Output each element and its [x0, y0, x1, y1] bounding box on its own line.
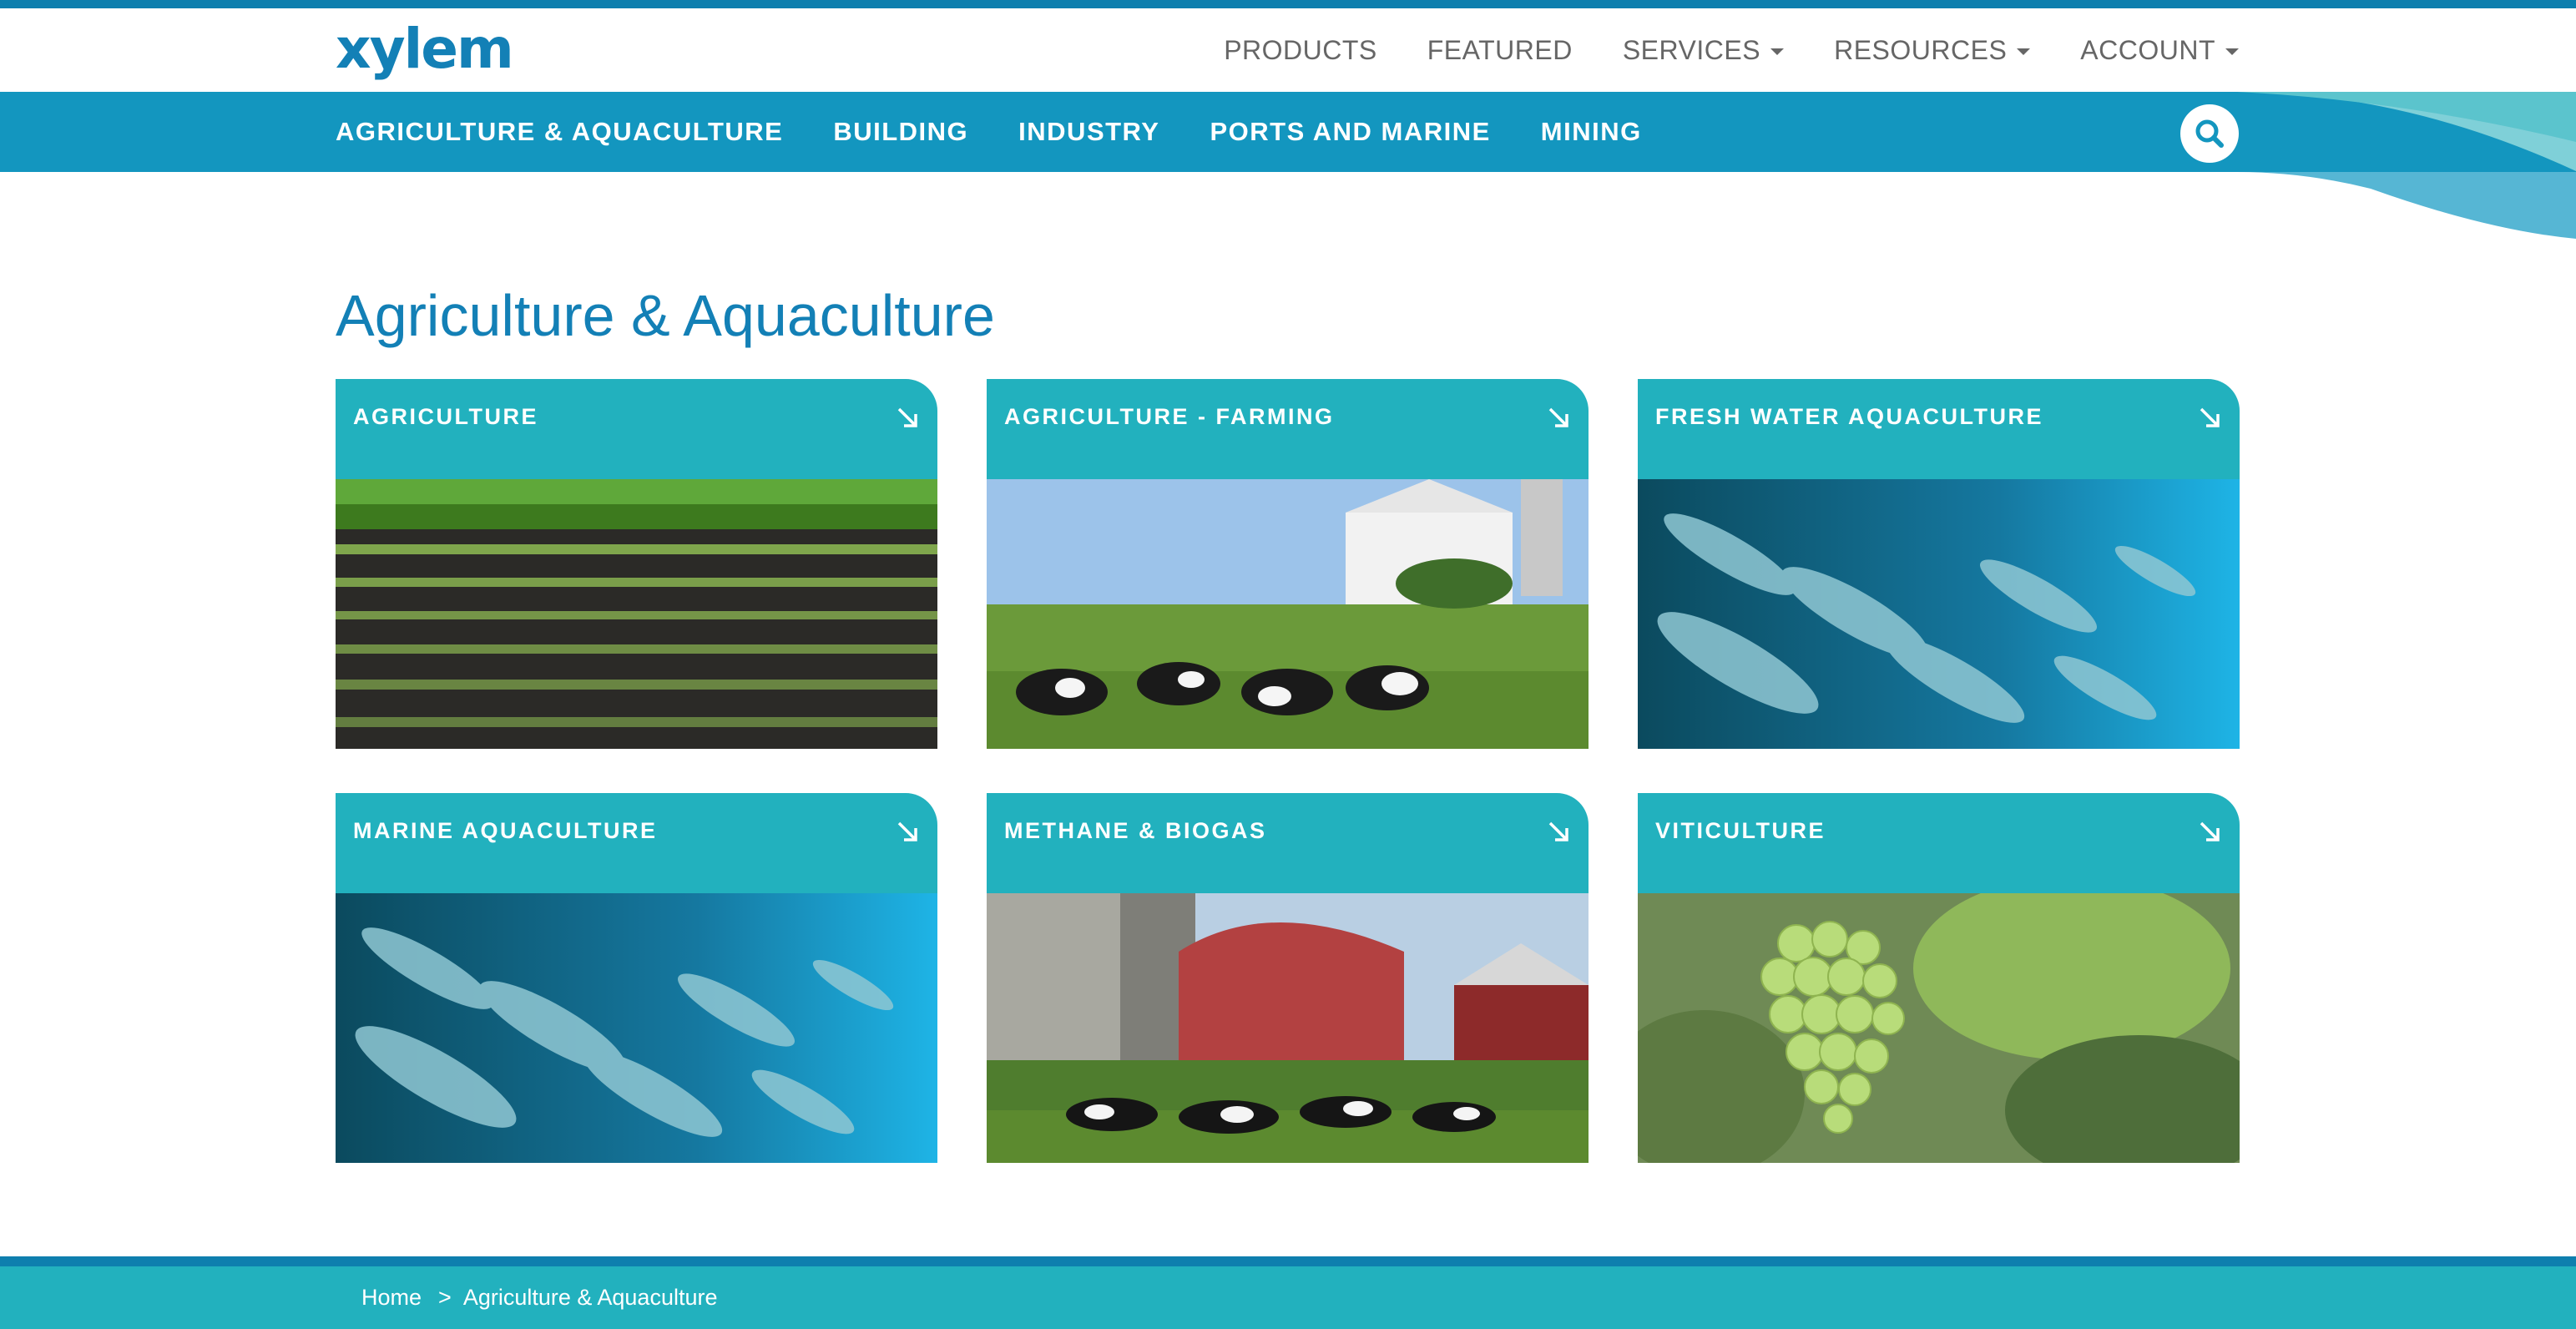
fish-school-photo — [1638, 479, 2240, 749]
util-nav-label: RESOURCES — [1834, 34, 2008, 65]
card-title: AGRICULTURE — [353, 404, 538, 429]
decorative-wave-tail — [2237, 172, 2576, 239]
breadcrumb: Home > Agriculture & Aquaculture — [361, 1266, 718, 1329]
breadcrumb-current: Agriculture & Aquaculture — [462, 1285, 718, 1310]
card-viticulture[interactable]: VITICULTURE — [1638, 793, 2240, 1163]
util-nav-resources[interactable]: RESOURCES — [1834, 34, 2031, 66]
card-title: VITICULTURE — [1655, 818, 1826, 843]
fish-school-photo — [336, 893, 937, 1163]
card-header: MARINE AQUACULTURE — [336, 793, 937, 893]
card-header: FRESH WATER AQUACULTURE — [1638, 379, 2240, 479]
card-title: AGRICULTURE - FARMING — [1004, 404, 1335, 429]
caret-down-icon — [2017, 48, 2031, 55]
card-header: VITICULTURE — [1638, 793, 2240, 893]
card-header: METHANE & BIOGAS — [987, 793, 1589, 893]
nav-item-ports-and-marine[interactable]: PORTS AND MARINE — [1210, 117, 1490, 147]
arrow-down-right-icon — [897, 821, 917, 841]
util-nav-label: PRODUCTS — [1224, 34, 1377, 65]
util-nav-label: SERVICES — [1622, 34, 1761, 65]
card-title: MARINE AQUACULTURE — [353, 818, 658, 843]
card-marine-aquaculture[interactable]: MARINE AQUACULTURE — [336, 793, 937, 1163]
card-agriculture[interactable]: AGRICULTURE — [336, 379, 937, 749]
footer-stripe — [0, 1256, 2576, 1266]
card-methane-biogas[interactable]: METHANE & BIOGAS — [987, 793, 1589, 1163]
card-title: FRESH WATER AQUACULTURE — [1655, 404, 2043, 429]
card-header: AGRICULTURE - FARMING — [987, 379, 1589, 479]
card-title: METHANE & BIOGAS — [1004, 818, 1267, 843]
grapes-vine-photo — [1638, 893, 2240, 1163]
breadcrumb-separator: > — [438, 1285, 452, 1310]
crop-field-photo — [336, 479, 937, 749]
breadcrumb-bar: Home > Agriculture & Aquaculture — [0, 1266, 2576, 1329]
nav-item-industry[interactable]: INDUSTRY — [1018, 117, 1159, 147]
util-nav-products[interactable]: PRODUCTS — [1224, 35, 1377, 66]
arrow-down-right-icon — [897, 407, 917, 427]
page-title: Agriculture & Aquaculture — [336, 283, 995, 348]
util-nav-label: ACCOUNT — [2080, 34, 2215, 65]
util-nav-label: FEATURED — [1427, 34, 1573, 65]
caret-down-icon — [1770, 48, 1785, 55]
utility-nav: PRODUCTS FEATURED SERVICES RESOURCES ACC… — [1224, 8, 2239, 92]
main-nav: AGRICULTURE & AQUACULTURE BUILDING INDUS… — [0, 92, 2576, 172]
search-button[interactable] — [2180, 104, 2239, 163]
arrow-down-right-icon — [2200, 407, 2220, 427]
nav-item-building[interactable]: BUILDING — [833, 117, 968, 147]
util-nav-services[interactable]: SERVICES — [1622, 34, 1785, 66]
search-icon — [2195, 119, 2224, 148]
util-nav-featured[interactable]: FEATURED — [1427, 35, 1573, 66]
nav-item-mining[interactable]: MINING — [1541, 117, 1642, 147]
top-stripe — [0, 0, 2576, 8]
nav-item-agriculture-aquaculture[interactable]: AGRICULTURE & AQUACULTURE — [336, 117, 783, 147]
card-fresh-water-aquaculture[interactable]: FRESH WATER AQUACULTURE — [1638, 379, 2240, 749]
arrow-down-right-icon — [1548, 821, 1568, 841]
xylem-logo[interactable]: xylem — [336, 22, 514, 77]
red-barn-cows-photo — [987, 893, 1589, 1163]
caret-down-icon — [2225, 48, 2239, 55]
arrow-down-right-icon — [2200, 821, 2220, 841]
dairy-farm-cows-photo — [987, 479, 1589, 749]
arrow-down-right-icon — [1548, 407, 1568, 427]
site-header: xylem PRODUCTS FEATURED SERVICES RESOURC… — [0, 8, 2576, 92]
util-nav-account[interactable]: ACCOUNT — [2080, 35, 2239, 66]
breadcrumb-home-link[interactable]: Home — [361, 1285, 422, 1311]
card-agriculture-farming[interactable]: AGRICULTURE - FARMING — [987, 379, 1589, 749]
card-header: AGRICULTURE — [336, 379, 937, 479]
decorative-wave — [2237, 92, 2576, 171]
main-nav-items: AGRICULTURE & AQUACULTURE BUILDING INDUS… — [336, 92, 1642, 172]
